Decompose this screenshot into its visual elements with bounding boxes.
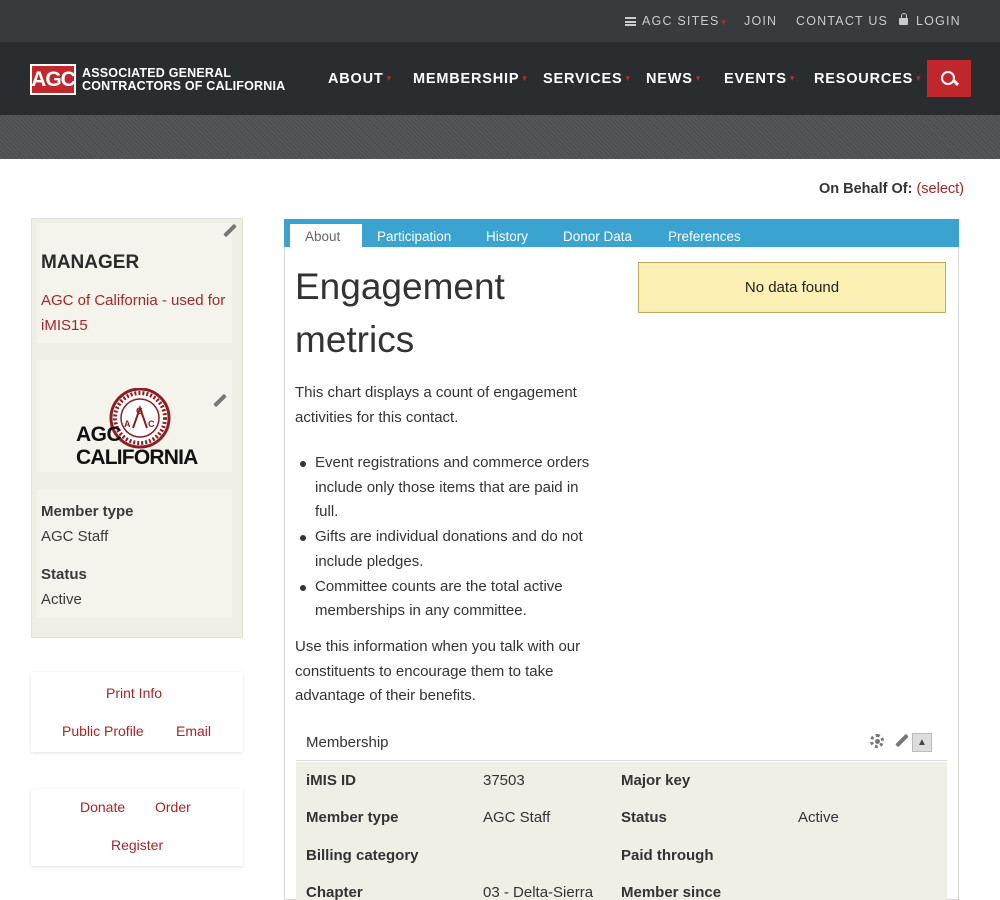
imis-id-label: iMIS ID [306, 772, 357, 789]
nav-events-label: EVENTS [724, 71, 787, 87]
tab-history[interactable]: History [486, 229, 528, 244]
contact-role: MANAGER [41, 252, 140, 273]
print-info-link[interactable]: Print Info [106, 685, 162, 701]
gear-icon[interactable] [870, 734, 884, 748]
nav-membership-label: MEMBERSHIP [413, 71, 520, 87]
edit-pencil-icon[interactable] [212, 394, 226, 408]
profile-actions: Print Info Public Profile Email [31, 672, 243, 752]
nav-news-label: NEWS [646, 71, 693, 87]
svg-text:A: A [124, 419, 131, 429]
member-type-label: Member type [306, 809, 399, 826]
membership-header: Membership ▲ [296, 724, 947, 761]
logo-line-1: ASSOCIATED GENERAL [82, 65, 232, 80]
membership-details: iMIS ID 37503 Major key Member type AGC … [296, 762, 947, 900]
nav-about-label: ABOUT [328, 71, 384, 87]
donate-link[interactable]: Donate [80, 799, 125, 815]
caret-down-icon: ▾ [625, 73, 631, 83]
caret-down-icon: ▾ [916, 73, 922, 83]
caret-down-icon: ▾ [522, 73, 528, 83]
menu-icon [625, 17, 636, 26]
nav-resources-label: RESOURCES [814, 71, 914, 87]
no-data-message: No data found [638, 262, 946, 313]
site-logo[interactable]: AGC ASSOCIATED GENERAL CONTRACTORS OF CA… [30, 64, 285, 95]
svg-text:C: C [148, 419, 155, 429]
nav-resources[interactable]: RESOURCES ▾ [814, 71, 921, 87]
nav-services-label: SERVICES [543, 71, 623, 87]
tab-preferences[interactable]: Preferences [668, 229, 741, 244]
edit-pencil-icon[interactable] [894, 734, 908, 748]
membership-title: Membership [306, 734, 389, 751]
logo-text: ASSOCIATED GENERAL CONTRACTORS OF CALIFO… [82, 65, 286, 93]
member-type-label: Member type [41, 503, 134, 520]
status-value: Active [41, 591, 82, 608]
billing-category-label: Billing category [306, 847, 419, 864]
member-type-value: AGC Staff [41, 528, 109, 545]
logo-agc-text: AGC [76, 423, 122, 446]
register-link[interactable]: Register [111, 837, 163, 853]
profile-tabs: About Participation History Donor Data P… [284, 219, 959, 247]
search-button[interactable] [927, 60, 971, 97]
engagement-intro: This chart displays a count of engagemen… [295, 384, 577, 426]
chapter-value: 03 - Delta-Sierra [483, 884, 594, 900]
imis-id-value: 37503 [483, 772, 525, 789]
lock-icon [899, 13, 908, 25]
caret-down-icon: ▾ [695, 73, 702, 83]
nav-about[interactable]: ABOUT ▾ [328, 71, 392, 87]
login-label: LOGIN [916, 14, 961, 28]
caret-down-icon: ▾ [721, 17, 728, 27]
tab-participation[interactable]: Participation [377, 229, 451, 244]
svg-text:G: G [136, 406, 143, 416]
edit-pencil-icon[interactable] [222, 224, 236, 238]
chapter-label: Chapter [306, 884, 363, 900]
join-link[interactable]: JOIN [744, 14, 777, 28]
hero-banner [0, 115, 1000, 159]
member-type-value: AGC Staff [483, 809, 551, 826]
nav-events[interactable]: EVENTS ▾ [724, 71, 795, 87]
caret-down-icon: ▾ [789, 73, 796, 83]
paid-through-label: Paid through [621, 847, 714, 864]
tab-donor-data[interactable]: Donor Data [563, 229, 632, 244]
member-since-label: Member since [621, 884, 722, 900]
utility-bar: AGC SITES ▾ JOIN CONTACT US LOGIN [0, 0, 1000, 42]
tab-about[interactable]: About [290, 224, 362, 247]
logo-california-text: CALIFORNIA [76, 446, 198, 469]
nav-membership[interactable]: MEMBERSHIP ▾ [413, 71, 528, 87]
order-link[interactable]: Order [155, 799, 191, 815]
status-label: Status [41, 566, 87, 583]
main-header: AGC ASSOCIATED GENERAL CONTRACTORS OF CA… [0, 42, 1000, 115]
on-behalf-of: On Behalf Of: (select) [819, 181, 964, 197]
agc-sites-menu[interactable]: AGC SITES ▾ [625, 14, 727, 28]
public-profile-link[interactable]: Public Profile [62, 723, 144, 739]
list-item: Event registrations and commerce orders … [295, 451, 605, 525]
on-behalf-select-link[interactable]: (select) [916, 181, 964, 197]
search-icon [941, 70, 957, 87]
organization-link[interactable]: AGC of California - used for iMIS15 [41, 288, 226, 338]
collapse-button[interactable]: ▲ [912, 733, 932, 752]
contact-us-link[interactable]: CONTACT US [796, 14, 888, 28]
organization-logo: A G C AGC CALIFORNIA [76, 387, 198, 472]
list-item: Committee counts are the total active me… [295, 575, 605, 624]
caret-down-icon: ▾ [386, 73, 392, 83]
agc-sites-label: AGC SITES [642, 14, 720, 28]
nav-services[interactable]: SERVICES ▾ [543, 71, 631, 87]
list-item: Gifts are individual donations and do no… [295, 525, 605, 574]
nav-news[interactable]: NEWS ▾ [646, 71, 701, 87]
status-value: Active [798, 809, 839, 826]
major-key-label: Major key [621, 772, 691, 789]
commerce-actions: Donate Order Register [31, 789, 243, 866]
logo-line-2: CONTRACTORS OF CALIFORNIA [82, 78, 286, 93]
on-behalf-label: On Behalf Of: [818, 181, 913, 197]
logo-mark: AGC [30, 64, 76, 95]
status-label: Status [621, 809, 667, 826]
engagement-title: Engagement metrics [295, 266, 505, 360]
engagement-outro: Use this information when you talk with … [295, 638, 581, 705]
email-link[interactable]: Email [176, 723, 211, 739]
engagement-notes: Event registrations and commerce orders … [295, 451, 605, 624]
login-link[interactable]: LOGIN [899, 13, 961, 28]
